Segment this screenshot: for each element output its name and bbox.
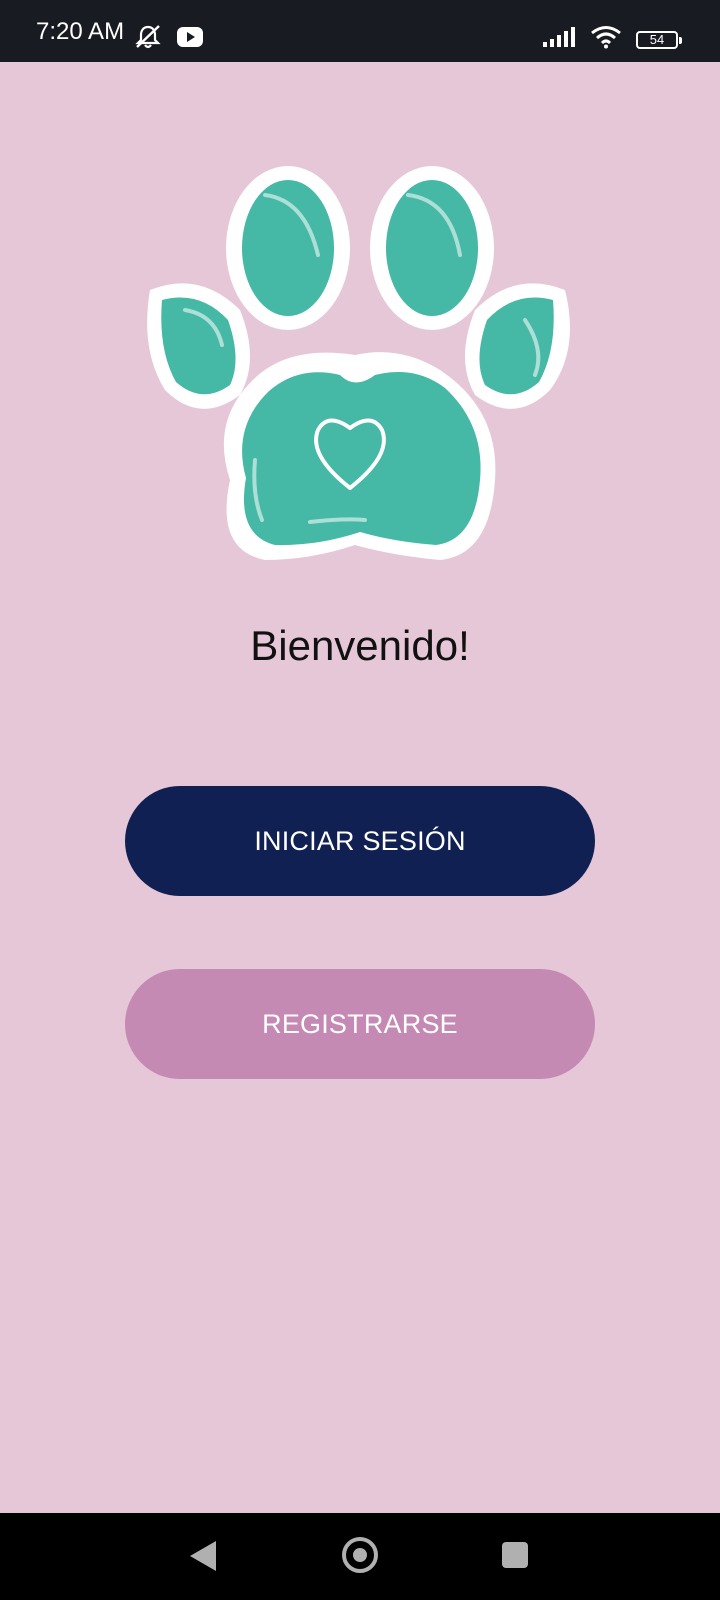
app-logo [140,160,580,580]
wifi-icon [590,25,622,54]
battery-icon: 54 [636,30,682,49]
status-time: 7:20 AM [36,18,125,45]
status-right-icons: 54 [542,25,682,54]
youtube-icon [176,26,204,53]
status-left-icons [134,24,204,55]
navigation-bar [0,1513,720,1600]
welcome-title: Bienvenido! [250,622,470,669]
battery-level: 54 [649,31,665,47]
home-icon[interactable] [342,1537,378,1573]
login-button[interactable]: INICIAR SESIÓN [125,786,595,896]
recent-apps-icon[interactable] [502,1542,528,1568]
notifications-muted-icon [134,24,162,55]
paw-heart-icon [147,166,570,560]
back-icon[interactable] [190,1541,216,1571]
status-bar: 7:20 AM 54 [0,0,720,62]
signal-icon [542,26,576,53]
register-button[interactable]: REGISTRARSE [125,969,595,1079]
